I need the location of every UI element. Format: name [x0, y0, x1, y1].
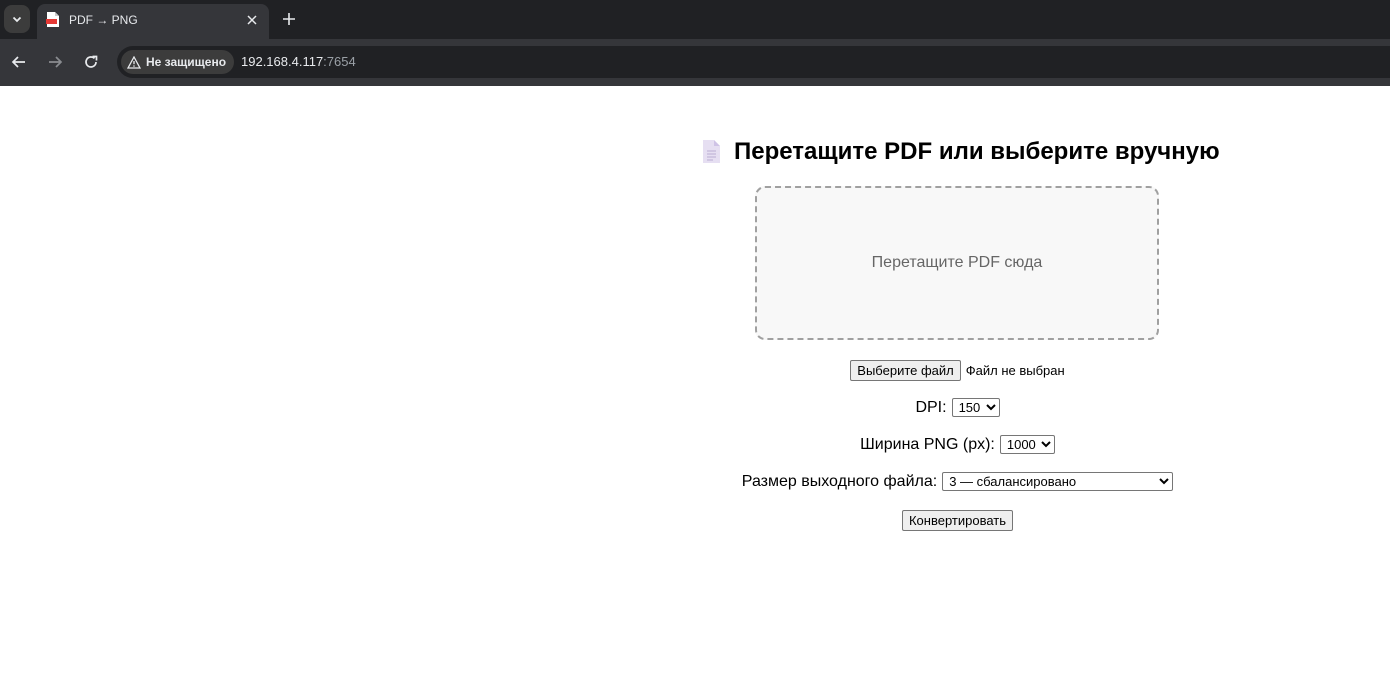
document-icon — [703, 140, 720, 163]
size-select[interactable]: 3 — сбалансировано — [942, 472, 1174, 491]
width-row: Ширина PNG (px): 1000 — [700, 435, 1215, 454]
security-chip[interactable]: Не защищено — [121, 50, 235, 74]
browser-toolbar: Не защищено 192.168.4.117:7654 — [0, 39, 1390, 86]
convert-button[interactable]: Конвертировать — [901, 510, 1014, 531]
tab-title: PDF → PNG — [69, 13, 138, 27]
back-arrow-icon[interactable] — [9, 52, 29, 72]
security-label: Не защищено — [146, 55, 227, 69]
convert-row: Конвертировать — [700, 510, 1215, 531]
width-label: Ширина PNG (px): — [860, 435, 995, 453]
pdf-dropzone[interactable]: Перетащите PDF сюда — [755, 186, 1159, 340]
dropzone-text: Перетащите PDF сюда — [871, 254, 1043, 271]
tab-bar: PDF → PNG — [0, 0, 1390, 39]
chevron-down-icon — [12, 16, 22, 23]
close-icon[interactable] — [245, 13, 259, 27]
url-port: :7654 — [323, 54, 356, 69]
dpi-select[interactable]: 150 — [951, 398, 1000, 417]
pdf-file-icon — [46, 12, 59, 27]
file-row: Выберите файл Файл не выбран — [700, 360, 1215, 381]
choose-file-button[interactable]: Выберите файл — [850, 360, 961, 381]
active-tab[interactable]: PDF → PNG — [37, 4, 269, 39]
address-bar[interactable]: Не защищено 192.168.4.117:7654 — [117, 46, 1390, 78]
size-label: Размер выходного файла: — [741, 472, 938, 490]
tab-search-button[interactable] — [4, 5, 30, 33]
heading-text: Перетащите PDF или выберите вручную — [734, 138, 1220, 165]
size-row: Размер выходного файла: 3 — сбалансирова… — [700, 472, 1215, 491]
reload-icon[interactable] — [81, 52, 101, 72]
warning-icon — [127, 55, 141, 69]
dpi-row: DPI: 150 — [700, 398, 1215, 417]
new-tab-icon[interactable] — [280, 10, 298, 28]
file-status: Файл не выбран — [965, 363, 1065, 378]
dpi-label: DPI: — [915, 398, 947, 416]
forward-arrow-icon[interactable] — [45, 52, 65, 72]
url-host: 192.168.4.117 — [241, 54, 324, 69]
page-heading: Перетащите PDF или выберите вручную — [700, 138, 1220, 166]
width-select[interactable]: 1000 — [999, 435, 1055, 454]
page-content: Перетащите PDF или выберите вручную Пере… — [0, 86, 1390, 693]
url-text[interactable]: 192.168.4.117:7654 — [241, 54, 356, 69]
